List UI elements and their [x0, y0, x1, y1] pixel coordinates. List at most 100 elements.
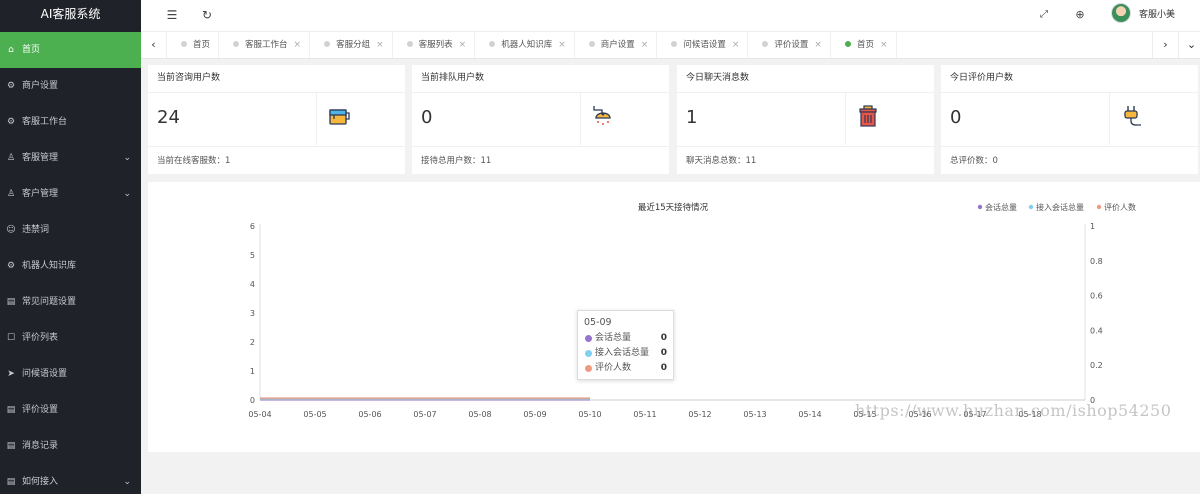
y-right-tick-label: 0.4: [1090, 326, 1103, 335]
x-tick-label: 05-06: [358, 410, 381, 419]
gear-icon: ⚙: [6, 81, 16, 91]
tab[interactable]: 客服工作台 ×: [219, 32, 311, 58]
sidebar-item[interactable]: ⚙ 商户设置: [0, 68, 141, 104]
chevron-down-icon: ⌄: [123, 153, 131, 163]
tab-status-dot: [324, 41, 331, 47]
series-marker: [585, 365, 592, 372]
legend-marker: [977, 204, 983, 210]
legend-marker: [1028, 204, 1034, 210]
tooltip-series-name: 接入会话总量: [595, 348, 650, 358]
tabs-bar: ‹ 首页 客服工作台 × 客服分组 × 客服列表 × 机器人知识库 × 商户设置 × 问候语设置 × 评价…: [141, 32, 1200, 59]
tab[interactable]: 客服列表 ×: [393, 32, 476, 58]
trash-can-icon: [855, 103, 881, 129]
gear-icon: ⚙: [6, 261, 16, 271]
user-icon: ♙: [6, 189, 16, 199]
sidebar-item[interactable]: ➤ 问候语设置: [0, 356, 141, 392]
tab[interactable]: 商户设置 ×: [575, 32, 658, 58]
tab-status-dot: [844, 41, 851, 47]
tab[interactable]: 首页: [167, 32, 220, 58]
tabs-menu-chevron-down-icon[interactable]: ⌄: [1178, 32, 1200, 58]
sidebar-item[interactable]: ♙ 客户管理 ⌄: [0, 176, 141, 212]
sidebar-item[interactable]: ☺ 违禁词: [0, 212, 141, 248]
close-icon[interactable]: ×: [459, 40, 467, 50]
stat-card-icon-box: [845, 93, 933, 145]
send-icon: ➤: [7, 369, 15, 379]
tab[interactable]: 机器人知识库 ×: [475, 32, 575, 58]
close-icon[interactable]: ×: [558, 40, 566, 50]
username[interactable]: 客服小美: [1139, 7, 1175, 20]
close-icon[interactable]: ×: [376, 40, 384, 50]
sidebar-item[interactable]: ☐ 评价列表: [0, 320, 141, 356]
tabs-scroll-right-icon[interactable]: ›: [1152, 32, 1178, 58]
y-right-tick-label: 0.2: [1090, 361, 1103, 370]
tab-label: 首页: [193, 40, 211, 50]
tab-status-dot: [406, 41, 413, 47]
tab-label: 首页: [856, 40, 874, 50]
tab-status-dot: [489, 41, 496, 47]
tab-label: 客服列表: [418, 40, 453, 50]
sidebar-item-label: 机器人知识库: [22, 261, 77, 271]
tabs: 首页 客服工作台 × 客服分组 × 客服列表 × 机器人知识库 × 商户设置 × 问候语设置 × 评价设置…: [167, 32, 897, 58]
paint-bucket-icon: [326, 103, 352, 129]
tab[interactable]: 问候语设置 ×: [657, 32, 749, 58]
document-icon: ▤: [6, 441, 16, 451]
watermark: https://www.huzhan.com/ishop54250: [855, 401, 1172, 420]
stat-card-icon-box: [580, 93, 668, 145]
divider: [677, 146, 934, 147]
chat-icon: ☐: [6, 333, 16, 343]
sidebar-item-label: 问候语设置: [22, 369, 68, 379]
sidebar-item-label: 如何接入: [22, 477, 59, 487]
tab[interactable]: 首页 ×: [831, 32, 897, 58]
sidebar-item[interactable]: ⚙ 客服工作台: [0, 104, 141, 140]
fullscreen-icon[interactable]: ⤢: [1035, 6, 1053, 24]
close-icon[interactable]: ×: [294, 40, 302, 50]
tab-label: 客服工作台: [245, 40, 288, 50]
sidebar-item[interactable]: ▤ 消息记录: [0, 428, 141, 464]
close-icon[interactable]: ×: [732, 40, 740, 50]
x-tick-label: 05-04: [248, 410, 271, 419]
avatar[interactable]: [1111, 3, 1131, 23]
tooltip-row: 接入会话总量 0: [584, 346, 667, 361]
menu-fold-icon[interactable]: ☰: [163, 6, 181, 24]
x-tick-label: 05-13: [743, 410, 766, 419]
sidebar-item[interactable]: ▤ 评价设置: [0, 392, 141, 428]
stat-card: 今日评价用户数 0 总评价数：0: [941, 65, 1198, 174]
tabs-scroll-left-icon[interactable]: ‹: [141, 32, 167, 58]
sidebar-item-label: 首页: [22, 45, 41, 55]
sidebar-item[interactable]: ▤ 常见问题设置: [0, 284, 141, 320]
tab[interactable]: 客服分组 ×: [310, 32, 393, 58]
gear-icon: ⚙: [6, 117, 16, 127]
sidebar-item[interactable]: ⚙ 机器人知识库: [0, 248, 141, 284]
sidebar-item[interactable]: ▤ 如何接入 ⌄: [0, 464, 141, 494]
legend-label: 会话总量: [985, 202, 1017, 212]
stat-card-value: 1: [686, 107, 698, 128]
sidebar-item-label: 客服工作台: [22, 117, 68, 127]
tooltip-series-value: 0: [660, 333, 667, 343]
tooltip-series-value: 0: [660, 363, 667, 373]
tab[interactable]: 评价设置 ×: [748, 32, 831, 58]
document-icon: ▤: [6, 477, 16, 487]
x-tick-label: 05-09: [523, 410, 546, 419]
top-header: ☰ ↻ ⤢ ⊕ 客服小美: [141, 0, 1200, 32]
home-icon: ⌂: [8, 45, 14, 55]
series-marker: [585, 350, 592, 357]
smile-icon: ☺: [6, 225, 16, 235]
refresh-icon[interactable]: ↻: [198, 6, 216, 24]
y-left-tick-label: 1: [250, 367, 255, 376]
sidebar-item-label: 常见问题设置: [22, 297, 77, 307]
sidebar-item-label: 评价列表: [22, 333, 59, 343]
stat-card-value: 0: [421, 107, 433, 128]
legend-label: 接入会话总量: [1036, 202, 1084, 212]
close-icon[interactable]: ×: [880, 40, 888, 50]
sidebar-item[interactable]: ⌂ 首页: [0, 32, 141, 68]
tooltip-row: 评价人数 0: [584, 361, 667, 376]
close-icon[interactable]: ×: [814, 40, 822, 50]
globe-icon[interactable]: ⊕: [1071, 6, 1089, 24]
sidebar-item[interactable]: ♙ 客服管理 ⌄: [0, 140, 141, 176]
divider: [941, 146, 1198, 147]
y-left-tick-label: 6: [250, 222, 255, 231]
divider: [148, 146, 405, 147]
close-icon[interactable]: ×: [641, 40, 649, 50]
document-icon: ▤: [6, 405, 16, 415]
chart-title: 最近15天接待情况: [638, 202, 709, 213]
